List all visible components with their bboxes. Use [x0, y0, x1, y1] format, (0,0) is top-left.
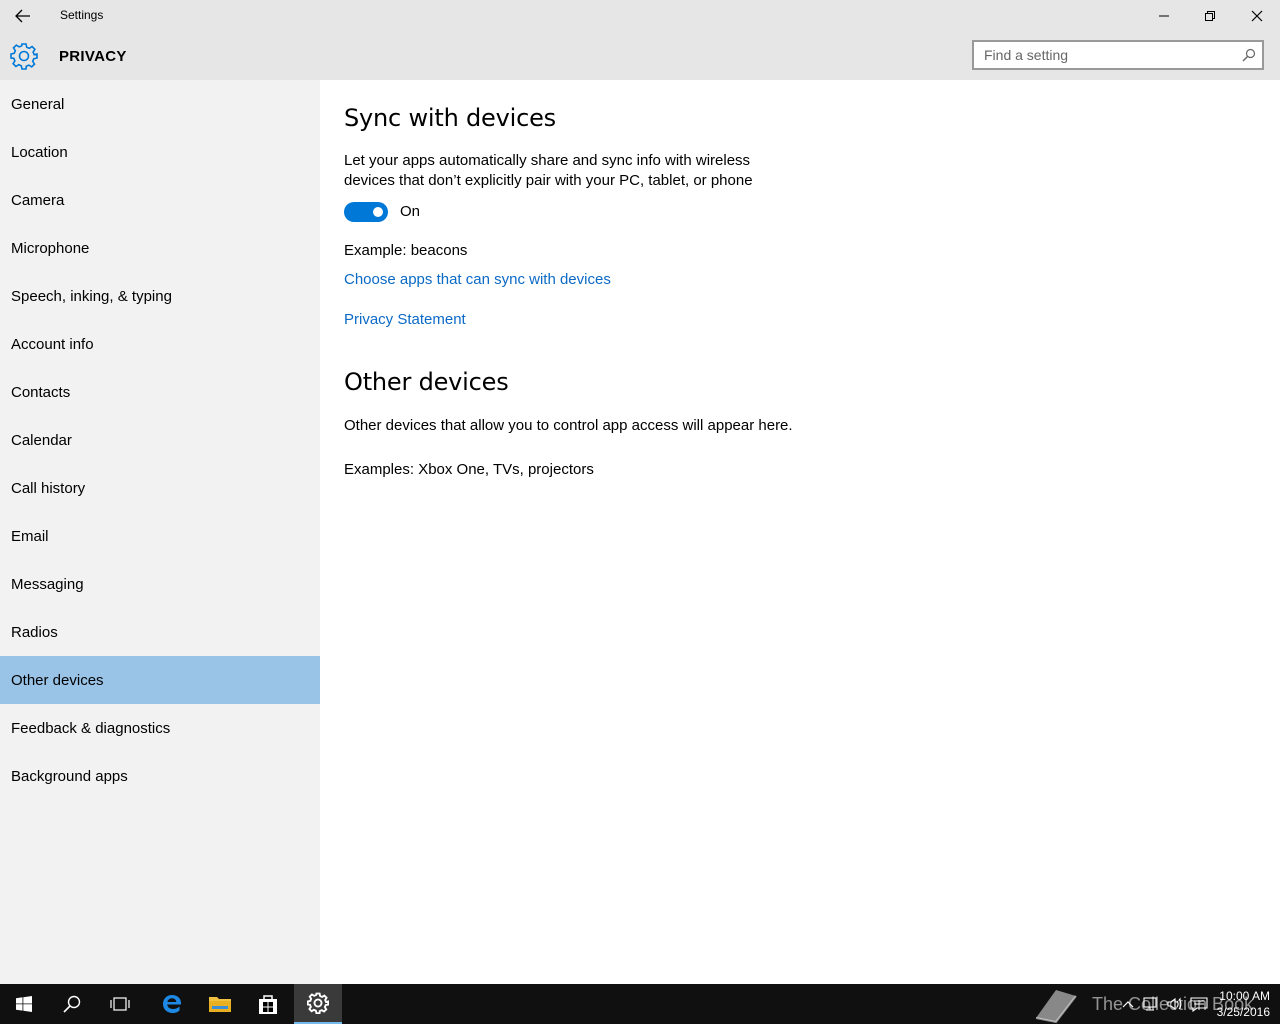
- chevron-up-icon: [1122, 1001, 1134, 1008]
- file-explorer-button[interactable]: [196, 984, 244, 1024]
- show-hidden-icons-button[interactable]: [1118, 984, 1138, 1024]
- sidebar-item-label: General: [11, 95, 65, 113]
- sync-toggle[interactable]: [344, 202, 388, 222]
- search-box[interactable]: [972, 40, 1264, 70]
- clock-time: 10:00 AM: [1219, 989, 1270, 1003]
- sidebar: General Location Camera Microphone Speec…: [0, 80, 320, 984]
- search-icon: [63, 995, 81, 1013]
- close-button[interactable]: [1234, 0, 1280, 32]
- sidebar-item-call-history[interactable]: Call history: [0, 464, 320, 512]
- page-title: PRIVACY: [59, 48, 127, 65]
- restore-button[interactable]: [1187, 0, 1233, 32]
- sidebar-item-other-devices[interactable]: Other devices: [0, 656, 320, 704]
- other-devices-description: Other devices that allow you to control …: [344, 417, 793, 434]
- sidebar-item-label: Account info: [11, 335, 94, 353]
- clock[interactable]: 10:00 AM 3/25/2016: [1217, 988, 1270, 1020]
- sidebar-item-label: Location: [11, 143, 68, 161]
- network-icon: [1143, 997, 1157, 1011]
- sync-heading: Sync with devices: [344, 104, 556, 132]
- sidebar-item-label: Camera: [11, 191, 65, 209]
- sidebar-item-microphone[interactable]: Microphone: [0, 224, 320, 272]
- sidebar-item-label: Call history: [11, 479, 86, 497]
- search-icon[interactable]: [1242, 48, 1256, 62]
- sidebar-item-label: Speech, inking, & typing: [11, 287, 172, 305]
- sidebar-item-label: Radios: [11, 623, 58, 641]
- action-center-button[interactable]: [1188, 984, 1210, 1024]
- sync-description: Let your apps automatically share and sy…: [344, 152, 753, 189]
- back-button[interactable]: [0, 0, 46, 32]
- sidebar-item-label: Microphone: [11, 239, 90, 257]
- settings-header: PRIVACY: [0, 32, 1280, 80]
- clock-date: 3/25/2016: [1216, 1005, 1270, 1019]
- sidebar-item-label: Other devices: [11, 671, 104, 689]
- task-view-icon: [110, 997, 130, 1011]
- windows-logo-icon: [16, 996, 32, 1012]
- back-arrow-icon: [15, 9, 30, 23]
- sidebar-item-background-apps[interactable]: Background apps: [0, 752, 320, 800]
- sidebar-item-account-info[interactable]: Account info: [0, 320, 320, 368]
- title-bar: Settings: [0, 0, 1280, 32]
- start-button[interactable]: [0, 984, 48, 1024]
- sidebar-item-label: Messaging: [11, 575, 84, 593]
- network-button[interactable]: [1140, 984, 1162, 1024]
- search-input[interactable]: [984, 47, 1234, 63]
- main-content: Sync with devices Let your apps automati…: [320, 80, 1280, 984]
- sidebar-item-calendar[interactable]: Calendar: [0, 416, 320, 464]
- sidebar-item-label: Background apps: [11, 767, 128, 785]
- gear-icon: [307, 992, 329, 1014]
- choose-apps-link[interactable]: Choose apps that can sync with devices: [344, 271, 611, 288]
- sidebar-item-label: Calendar: [11, 431, 72, 449]
- sidebar-item-speech[interactable]: Speech, inking, & typing: [0, 272, 320, 320]
- sidebar-item-radios[interactable]: Radios: [0, 608, 320, 656]
- other-devices-examples: Examples: Xbox One, TVs, projectors: [344, 461, 594, 478]
- sidebar-item-messaging[interactable]: Messaging: [0, 560, 320, 608]
- window-title: Settings: [60, 8, 104, 22]
- store-button[interactable]: [244, 984, 292, 1024]
- store-bag-icon: [259, 995, 277, 1014]
- other-devices-heading: Other devices: [344, 368, 509, 396]
- folder-icon: [209, 997, 231, 1012]
- settings-taskbar-button[interactable]: [294, 984, 342, 1024]
- minimize-icon: [1159, 15, 1169, 17]
- sidebar-item-contacts[interactable]: Contacts: [0, 368, 320, 416]
- restore-icon: [1205, 11, 1215, 21]
- edge-icon: [163, 995, 181, 1013]
- sidebar-item-label: Email: [11, 527, 49, 545]
- search-taskbar-button[interactable]: [48, 984, 96, 1024]
- toggle-knob: [373, 207, 383, 217]
- privacy-statement-link[interactable]: Privacy Statement: [344, 311, 466, 328]
- taskbar: The Collection Book 10:00 AM 3/25/2016: [0, 984, 1280, 1024]
- sidebar-item-feedback[interactable]: Feedback & diagnostics: [0, 704, 320, 752]
- gear-icon: [10, 43, 38, 70]
- sidebar-item-email[interactable]: Email: [0, 512, 320, 560]
- example-text: Example: beacons: [344, 242, 468, 259]
- sidebar-item-label: Contacts: [11, 383, 71, 401]
- notification-icon: [1190, 997, 1208, 1012]
- sidebar-item-label: Feedback & diagnostics: [11, 719, 171, 737]
- speaker-icon: [1167, 997, 1182, 1011]
- edge-browser-button[interactable]: [148, 984, 196, 1024]
- minimize-button[interactable]: [1141, 0, 1187, 32]
- task-view-button[interactable]: [96, 984, 144, 1024]
- sidebar-item-general[interactable]: General: [0, 80, 320, 128]
- close-icon: [1251, 10, 1263, 22]
- volume-button[interactable]: [1164, 984, 1186, 1024]
- toggle-state-label: On: [400, 203, 421, 220]
- sidebar-item-camera[interactable]: Camera: [0, 176, 320, 224]
- book-icon: [1035, 990, 1077, 1024]
- sidebar-item-location[interactable]: Location: [0, 128, 320, 176]
